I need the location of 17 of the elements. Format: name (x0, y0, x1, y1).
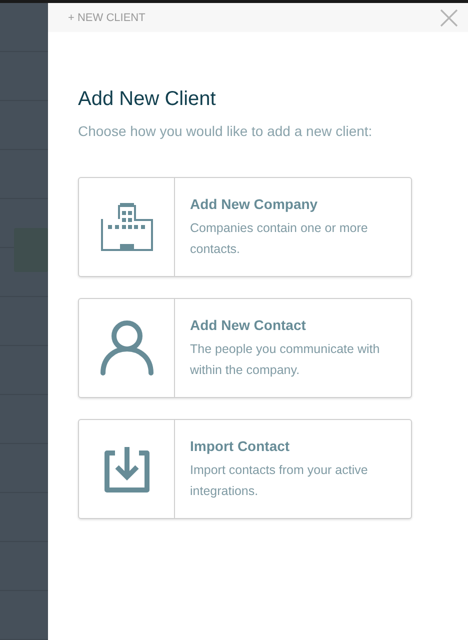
option-title: Import Contact (190, 438, 291, 454)
panel-heading: + NEW CLIENT (68, 12, 146, 24)
option-card[interactable]: Add New Contact The people you communicate with within the company. (78, 298, 412, 398)
dialog-subtitle: Choose how you would like to add a new client: (78, 123, 374, 139)
download-icon (102, 445, 150, 493)
backdrop-block (14, 228, 48, 272)
building-icon (98, 202, 154, 252)
close-icon[interactable] (440, 8, 458, 26)
dialog-title: Add New Client (78, 88, 217, 111)
option-description: The people you communicate with within the company. (190, 341, 381, 379)
option-card[interactable]: Import Contact Import contacts from your active integrations. (78, 419, 412, 519)
option-card[interactable]: Add New Company Companies contain one or more contacts. (78, 177, 412, 277)
person-icon (100, 320, 154, 376)
option-description: Import contacts from your active integrations. (190, 462, 369, 500)
option-description: Companies contain one or more contacts. (190, 220, 369, 258)
option-title: Add New Company (190, 196, 319, 212)
option-title: Add New Contact (190, 317, 307, 333)
